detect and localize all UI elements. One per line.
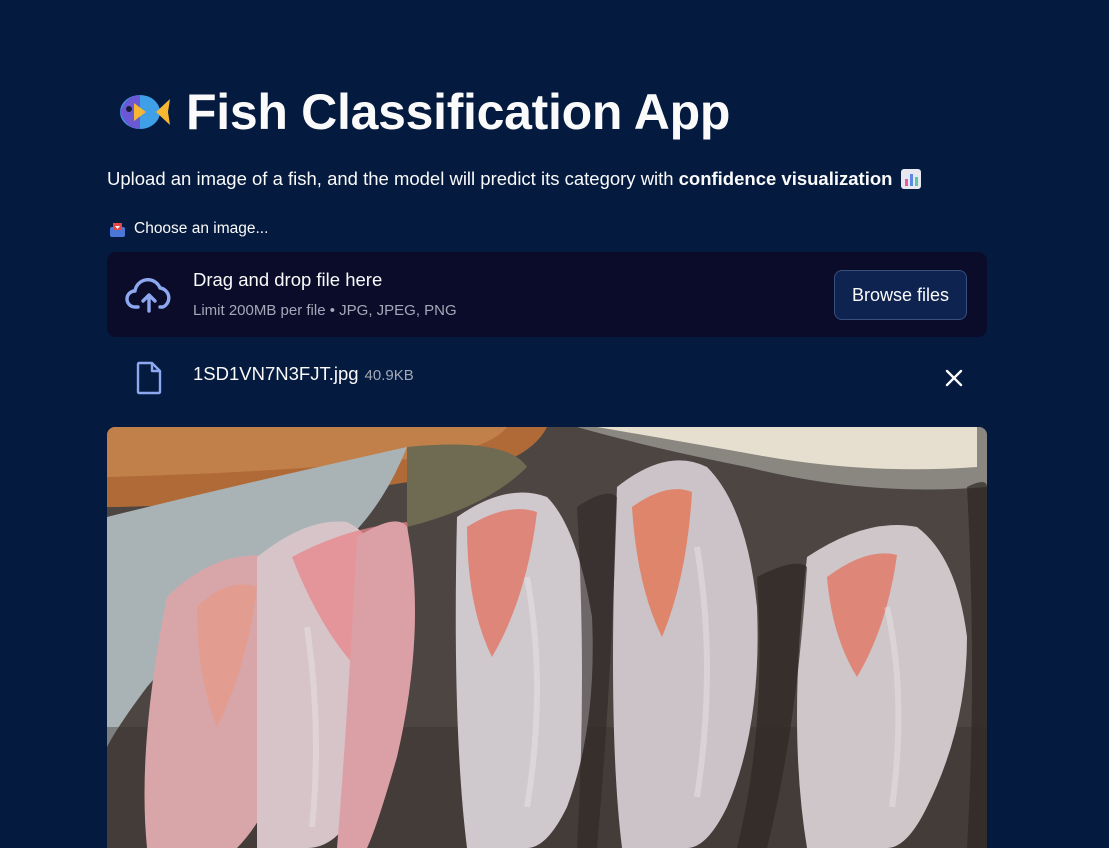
uploaded-file-size: 40.9KB [364, 367, 414, 384]
uploader-label-text: Choose an image... [134, 220, 269, 237]
uploader-label: Choose an image... [109, 220, 268, 238]
dropzone-title: Drag and drop file here [193, 269, 383, 290]
inbox-tray-emoji-icon [110, 222, 125, 237]
browse-files-button[interactable]: Browse files [834, 270, 967, 320]
page-title: Fish Classification App [186, 84, 731, 140]
subtitle-text: Upload an image of a fish, and the model… [107, 168, 674, 189]
tropical-fish-emoji-icon [120, 95, 170, 129]
close-icon[interactable] [943, 367, 965, 389]
file-icon [136, 361, 162, 395]
file-dropzone[interactable]: Drag and drop file here Limit 200MB per … [107, 252, 987, 337]
uploaded-file-name: 1SD1VN7N3FJT.jpg [193, 363, 359, 384]
uploaded-image-preview [107, 427, 987, 848]
subtitle-bold: confidence visualization [678, 168, 893, 189]
bar-chart-emoji-icon [901, 169, 922, 189]
cloud-upload-icon [125, 278, 171, 313]
dropzone-limit: Limit 200MB per file • JPG, JPEG, PNG [193, 302, 457, 319]
fish-photo [107, 427, 987, 848]
uploaded-file-info: 1SD1VN7N3FJT.jpg 40.9KB [193, 363, 414, 385]
uploaded-file-row: 1SD1VN7N3FJT.jpg 40.9KB [107, 355, 987, 399]
page-subtitle: Upload an image of a fish, and the model… [107, 168, 922, 190]
title-row: Fish Classification App [114, 80, 730, 144]
